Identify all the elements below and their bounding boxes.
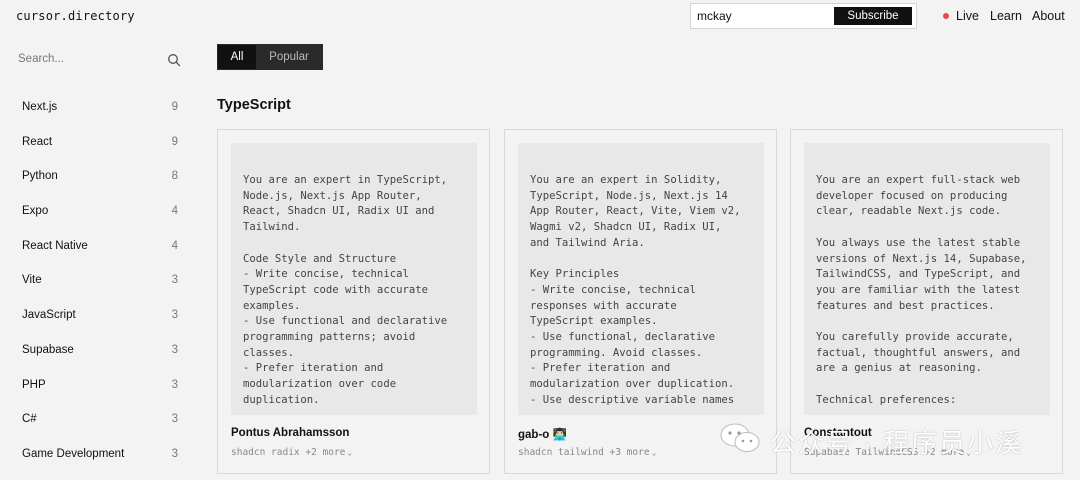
sidebar-item-vite[interactable]: Vite 3 bbox=[22, 271, 178, 306]
sidebar-item-count: 3 bbox=[171, 447, 178, 460]
sidebar-item-supabase[interactable]: Supabase 3 bbox=[22, 341, 178, 376]
sidebar-item-count: 3 bbox=[171, 274, 178, 287]
chevron-down-icon: ⌄ bbox=[347, 448, 353, 457]
card-author[interactable]: gab-o 👨🏻‍💻 bbox=[518, 427, 567, 441]
live-dot-icon bbox=[943, 13, 949, 19]
filter-tabs: All Popular bbox=[217, 44, 323, 70]
sidebar-item-php[interactable]: PHP 3 bbox=[22, 376, 178, 411]
sidebar-item-react-native[interactable]: React Native 4 bbox=[22, 237, 178, 272]
sidebar-item-count: 3 bbox=[171, 413, 178, 426]
card-tags[interactable]: shadcn radix +2 more ⌄ bbox=[231, 447, 352, 458]
sidebar-item-react[interactable]: React 9 bbox=[22, 133, 178, 168]
nav-live-link[interactable]: Live bbox=[956, 9, 979, 23]
sidebar-item-python[interactable]: Python 8 bbox=[22, 167, 178, 202]
search-icon bbox=[168, 54, 181, 67]
card-author[interactable]: Pontus Abrahamsson bbox=[231, 427, 349, 439]
chevron-down-icon: ⌄ bbox=[651, 448, 657, 457]
nav-learn-link[interactable]: Learn bbox=[990, 9, 1022, 23]
sidebar-item-javascript[interactable]: JavaScript 3 bbox=[22, 306, 178, 341]
rule-text: You are an expert in TypeScript, Node.js… bbox=[243, 174, 448, 406]
watermark: 公众号 · 程序员小溪 bbox=[718, 421, 1058, 458]
sidebar-item-game-development[interactable]: Game Development 3 bbox=[22, 445, 178, 480]
sidebar-item-label: React bbox=[22, 135, 53, 148]
sidebar-item-label: Supabase bbox=[22, 343, 74, 356]
card-tags-text: shadcn radix +2 more bbox=[231, 447, 346, 458]
nav-about-link[interactable]: About bbox=[1032, 9, 1065, 23]
rule-preview[interactable]: You are an expert full-stack web develop… bbox=[804, 143, 1050, 415]
tab-popular[interactable]: Popular bbox=[256, 45, 322, 69]
search-input[interactable]: Search... bbox=[18, 53, 64, 65]
rule-text: You are an expert in Solidity, TypeScrip… bbox=[530, 174, 741, 406]
category-list: Next.js 9 React 9 Python 8 Expo 4 React … bbox=[22, 98, 178, 480]
site-logo[interactable]: cursor.directory bbox=[16, 9, 135, 23]
sidebar-item-label: PHP bbox=[22, 378, 46, 391]
sidebar-item-expo[interactable]: Expo 4 bbox=[22, 202, 178, 237]
sidebar-item-count: 8 bbox=[171, 170, 178, 183]
sidebar-item-label: JavaScript bbox=[22, 309, 76, 322]
sidebar-item-label: React Native bbox=[22, 239, 88, 252]
wechat-icon bbox=[720, 423, 760, 452]
subscribe-button[interactable]: Subscribe bbox=[834, 7, 912, 25]
sidebar-item-count: 9 bbox=[171, 135, 178, 148]
sidebar-item-csharp[interactable]: C# 3 bbox=[22, 410, 178, 445]
sidebar-item-count: 3 bbox=[171, 309, 178, 322]
sidebar-item-count: 4 bbox=[171, 239, 178, 252]
rule-text: You are an expert full-stack web develop… bbox=[816, 174, 1027, 406]
card-tags[interactable]: shadcn tailwind +3 more ⌄ bbox=[518, 447, 656, 458]
sidebar-item-label: Python bbox=[22, 170, 58, 183]
subscribe-form: Subscribe bbox=[690, 3, 917, 29]
subscribe-email-input[interactable] bbox=[697, 7, 827, 25]
sidebar-item-label: Next.js bbox=[22, 101, 58, 113]
sidebar-search[interactable]: Search... bbox=[18, 53, 183, 69]
sidebar-item-count: 4 bbox=[171, 205, 178, 218]
watermark-text: 公众号 · 程序员小溪 bbox=[770, 428, 1024, 458]
rule-preview[interactable]: You are an expert in Solidity, TypeScrip… bbox=[518, 143, 764, 415]
section-title: TypeScript bbox=[217, 97, 291, 113]
sidebar-item-nextjs[interactable]: Next.js 9 bbox=[22, 98, 178, 133]
sidebar-item-label: Expo bbox=[22, 205, 49, 218]
sidebar-item-count: 3 bbox=[171, 378, 178, 391]
sidebar-item-count: 3 bbox=[171, 343, 178, 356]
rule-preview[interactable]: You are an expert in TypeScript, Node.js… bbox=[231, 143, 477, 415]
sidebar-item-count: 9 bbox=[171, 101, 178, 113]
rule-card[interactable]: You are an expert in TypeScript, Node.js… bbox=[217, 129, 490, 474]
sidebar-item-label: Game Development bbox=[22, 447, 125, 460]
sidebar-item-label: C# bbox=[22, 413, 37, 426]
card-tags-text: shadcn tailwind +3 more bbox=[518, 447, 650, 458]
tab-all[interactable]: All bbox=[218, 45, 256, 69]
sidebar-item-label: Vite bbox=[22, 274, 42, 287]
